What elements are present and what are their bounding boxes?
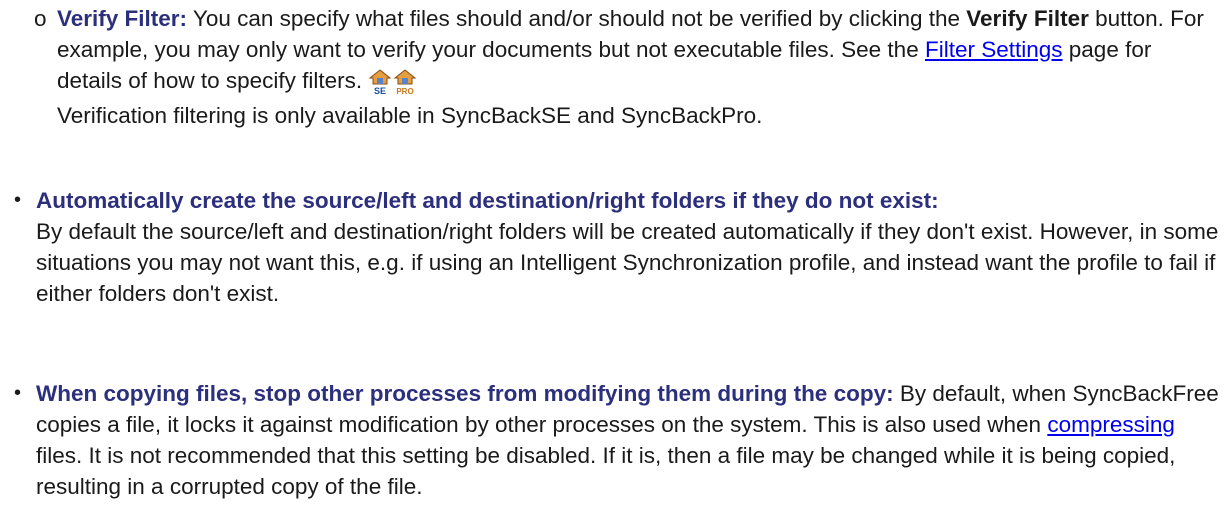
syncbackpro-edition-icon: PRO [393,69,417,95]
se-icon-label: SE [374,86,386,95]
bullet-marker: • [14,189,22,211]
lock-files-term: When copying files, stop other processes… [36,381,894,406]
edition-icons: SE PRO [368,69,418,100]
lock-files-text-2: files. It is not recommended that this s… [36,443,1176,499]
bullet-marker: • [14,382,22,404]
lock-files-item: • When copying files, stop other process… [14,378,1221,502]
filter-settings-link[interactable]: Filter Settings [925,37,1063,62]
lock-files-paragraph: When copying files, stop other processes… [36,378,1221,502]
verify-filter-subitem: o Verify Filter: You can specify what fi… [34,3,1217,131]
verify-filter-term: Verify Filter: [57,6,188,31]
auto-create-folders-item: • Automatically create the source/left a… [14,185,1221,309]
pro-icon-label: PRO [396,87,413,95]
auto-create-text: By default the source/left and destinati… [36,219,1219,306]
verify-filter-text-1: You can specify what files should and/or… [187,6,967,31]
verify-filter-text-4: Verification filtering is only available… [57,103,763,128]
verify-filter-paragraph: Verify Filter: You can specify what file… [57,3,1217,131]
syncbackse-edition-icon: SE [368,69,392,95]
compressing-link[interactable]: compressing [1047,412,1175,437]
auto-create-paragraph: Automatically create the source/left and… [36,185,1221,309]
auto-create-term: Automatically create the source/left and… [36,188,939,213]
sub-bullet-marker: o [34,6,47,31]
verify-filter-button-name: Verify Filter [966,6,1089,31]
